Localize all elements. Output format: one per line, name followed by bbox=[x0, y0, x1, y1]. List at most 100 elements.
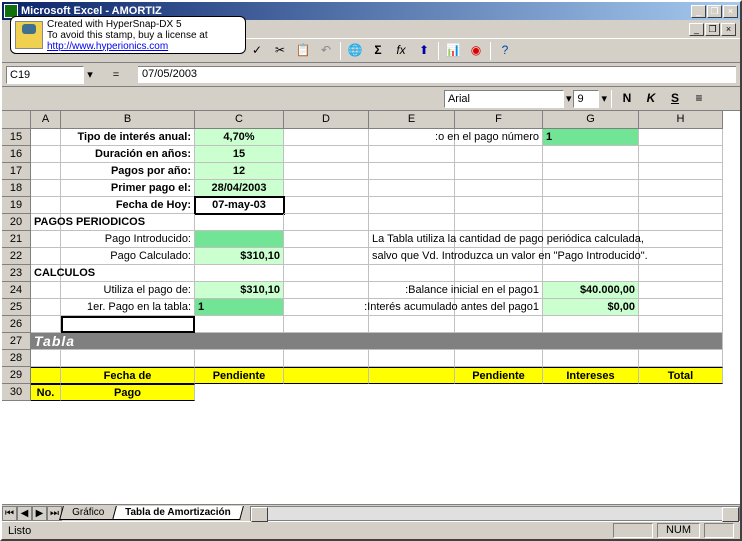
cell[interactable] bbox=[455, 265, 543, 282]
cell[interactable] bbox=[284, 197, 369, 214]
hdr-no[interactable] bbox=[31, 367, 61, 384]
cell[interactable] bbox=[639, 231, 723, 248]
section-calculos[interactable]: CALCULOS bbox=[31, 265, 61, 282]
cell[interactable] bbox=[31, 197, 61, 214]
cell[interactable] bbox=[455, 163, 543, 180]
hdr-pendini[interactable]: Pendiente bbox=[195, 367, 284, 384]
val-pago-calc[interactable]: $310,10 bbox=[195, 248, 284, 265]
cell[interactable] bbox=[195, 350, 284, 367]
cell[interactable] bbox=[369, 197, 455, 214]
cell[interactable] bbox=[284, 163, 369, 180]
row-header[interactable]: 20 bbox=[2, 214, 31, 231]
label-primerpago[interactable]: 1er. Pago en la tabla: bbox=[61, 299, 195, 316]
autosum-icon[interactable]: Σ bbox=[367, 40, 389, 61]
cell[interactable] bbox=[31, 146, 61, 163]
drawing-icon[interactable]: ◉ bbox=[465, 40, 487, 61]
row-header[interactable]: 27 bbox=[2, 333, 31, 350]
row-header[interactable]: 19 bbox=[2, 197, 31, 214]
sort-icon[interactable]: ⬆ bbox=[413, 40, 435, 61]
chevron-down-icon[interactable]: ▾ bbox=[601, 92, 607, 105]
cell[interactable] bbox=[639, 350, 723, 367]
close-button[interactable]: × bbox=[723, 5, 738, 18]
cell[interactable] bbox=[639, 146, 723, 163]
cell[interactable] bbox=[369, 350, 455, 367]
val-utiliza[interactable]: $310,10 bbox=[195, 282, 284, 299]
stamp-link[interactable]: http://www.hyperionics.com bbox=[47, 41, 168, 52]
val-hoy[interactable]: 07-may-03 bbox=[195, 197, 284, 214]
row-header[interactable]: 15 bbox=[2, 129, 31, 146]
note2[interactable]: salvo que Vd. Introduzca un valor en "Pa… bbox=[369, 248, 455, 265]
section-pagos[interactable]: PAGOS PERIODICOS bbox=[31, 214, 61, 231]
val-balini[interactable]: $40.000,00 bbox=[543, 282, 639, 299]
doc-close-button[interactable]: × bbox=[721, 23, 736, 36]
cell[interactable] bbox=[31, 180, 61, 197]
col-header[interactable]: C bbox=[195, 111, 284, 129]
cell[interactable] bbox=[639, 316, 723, 333]
cell[interactable] bbox=[195, 214, 284, 231]
chart-icon[interactable]: 📊 bbox=[442, 40, 464, 61]
label-ppa[interactable]: Pagos por año: bbox=[61, 163, 195, 180]
val-dur[interactable]: 15 bbox=[195, 146, 284, 163]
cell[interactable] bbox=[455, 214, 543, 231]
undo-icon[interactable]: ↶ bbox=[315, 40, 337, 61]
cell[interactable] bbox=[543, 146, 639, 163]
row-header[interactable]: 22 bbox=[2, 248, 31, 265]
cell[interactable] bbox=[639, 282, 723, 299]
cell[interactable] bbox=[284, 282, 369, 299]
row-header[interactable]: 30 bbox=[2, 384, 31, 401]
cell[interactable] bbox=[543, 350, 639, 367]
font-size-select[interactable] bbox=[573, 90, 599, 108]
chevron-down-icon[interactable]: ▾ bbox=[566, 92, 572, 105]
paste-icon[interactable]: 📋 bbox=[292, 40, 314, 61]
cell[interactable] bbox=[639, 180, 723, 197]
label-balini[interactable]: Balance inicial en el pago1: bbox=[455, 282, 543, 299]
hdr-interes[interactable] bbox=[284, 367, 369, 384]
row-header[interactable]: 24 bbox=[2, 282, 31, 299]
cell[interactable] bbox=[284, 231, 369, 248]
label-utiliza[interactable]: Utiliza el pago de: bbox=[61, 282, 195, 299]
val-pago-intro[interactable] bbox=[195, 231, 284, 248]
cell[interactable] bbox=[455, 350, 543, 367]
cell[interactable] bbox=[195, 265, 284, 282]
row-header[interactable]: 29 bbox=[2, 367, 31, 384]
doc-restore-button[interactable]: ❐ bbox=[705, 23, 720, 36]
cell[interactable] bbox=[455, 146, 543, 163]
col-header[interactable]: G bbox=[543, 111, 639, 129]
cell[interactable] bbox=[455, 180, 543, 197]
cell[interactable] bbox=[639, 214, 723, 231]
row-header[interactable]: 16 bbox=[2, 146, 31, 163]
cell[interactable] bbox=[543, 316, 639, 333]
cell[interactable] bbox=[369, 214, 455, 231]
cell[interactable] bbox=[543, 214, 639, 231]
cell[interactable] bbox=[284, 299, 369, 316]
val-primer[interactable]: 28/04/2003 bbox=[195, 180, 284, 197]
cell[interactable] bbox=[639, 129, 723, 146]
cell[interactable] bbox=[31, 316, 61, 333]
first-sheet-button[interactable]: ⏮ bbox=[2, 506, 17, 521]
col-header[interactable]: D bbox=[284, 111, 369, 129]
note1[interactable]: La Tabla utiliza la cantidad de pago per… bbox=[369, 231, 455, 248]
row-header[interactable]: 23 bbox=[2, 265, 31, 282]
hdr-principal[interactable] bbox=[369, 367, 455, 384]
cell[interactable] bbox=[369, 316, 455, 333]
cell[interactable] bbox=[639, 197, 723, 214]
cell-reference-box[interactable] bbox=[6, 66, 84, 84]
cell[interactable] bbox=[369, 265, 455, 282]
cell[interactable] bbox=[31, 282, 61, 299]
hdr-fecha[interactable]: Pago31128-abr-03$40.000,00$156,67$153,44… bbox=[61, 384, 195, 401]
cell[interactable] bbox=[543, 180, 639, 197]
cell[interactable] bbox=[284, 265, 369, 282]
cell[interactable] bbox=[369, 180, 455, 197]
formula-bar[interactable]: 07/05/2003 bbox=[138, 66, 736, 83]
cell[interactable] bbox=[284, 146, 369, 163]
label-pagonum[interactable]: o en el pago número: bbox=[455, 129, 543, 146]
cell[interactable] bbox=[369, 163, 455, 180]
val-tipo[interactable]: 4,70% bbox=[195, 129, 284, 146]
cell[interactable] bbox=[31, 248, 61, 265]
horizontal-scrollbar[interactable] bbox=[250, 506, 740, 521]
align-button[interactable]: ≡ bbox=[688, 88, 710, 109]
cell[interactable] bbox=[284, 214, 369, 231]
underline-button[interactable]: S bbox=[664, 88, 686, 109]
cell[interactable] bbox=[284, 316, 369, 333]
cell[interactable] bbox=[543, 197, 639, 214]
